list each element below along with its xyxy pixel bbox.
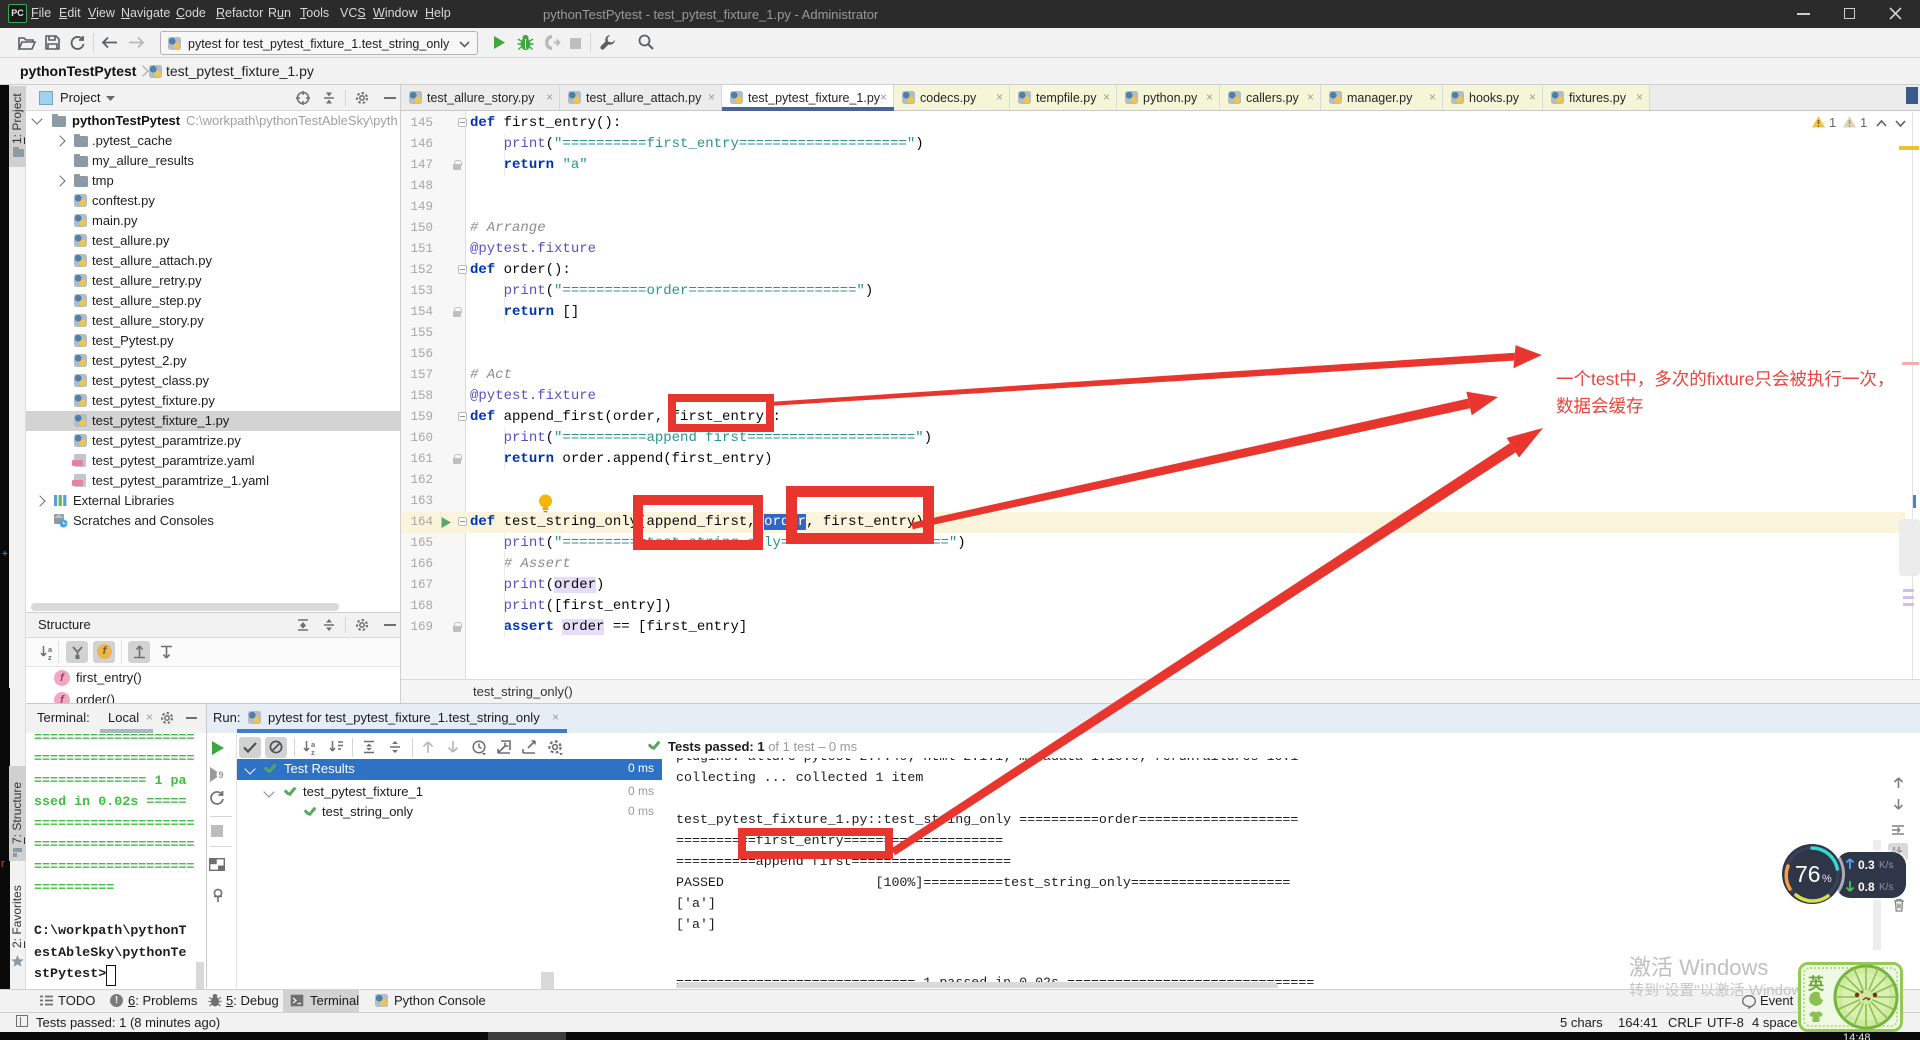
svg-text:K/s: K/s <box>1879 860 1893 871</box>
svg-text:0.8: 0.8 <box>1858 880 1875 894</box>
svg-text:%: % <box>1822 873 1832 885</box>
svg-text:K/s: K/s <box>1879 882 1893 893</box>
svg-text:0.3: 0.3 <box>1858 858 1875 872</box>
svg-text:76: 76 <box>1795 861 1821 887</box>
